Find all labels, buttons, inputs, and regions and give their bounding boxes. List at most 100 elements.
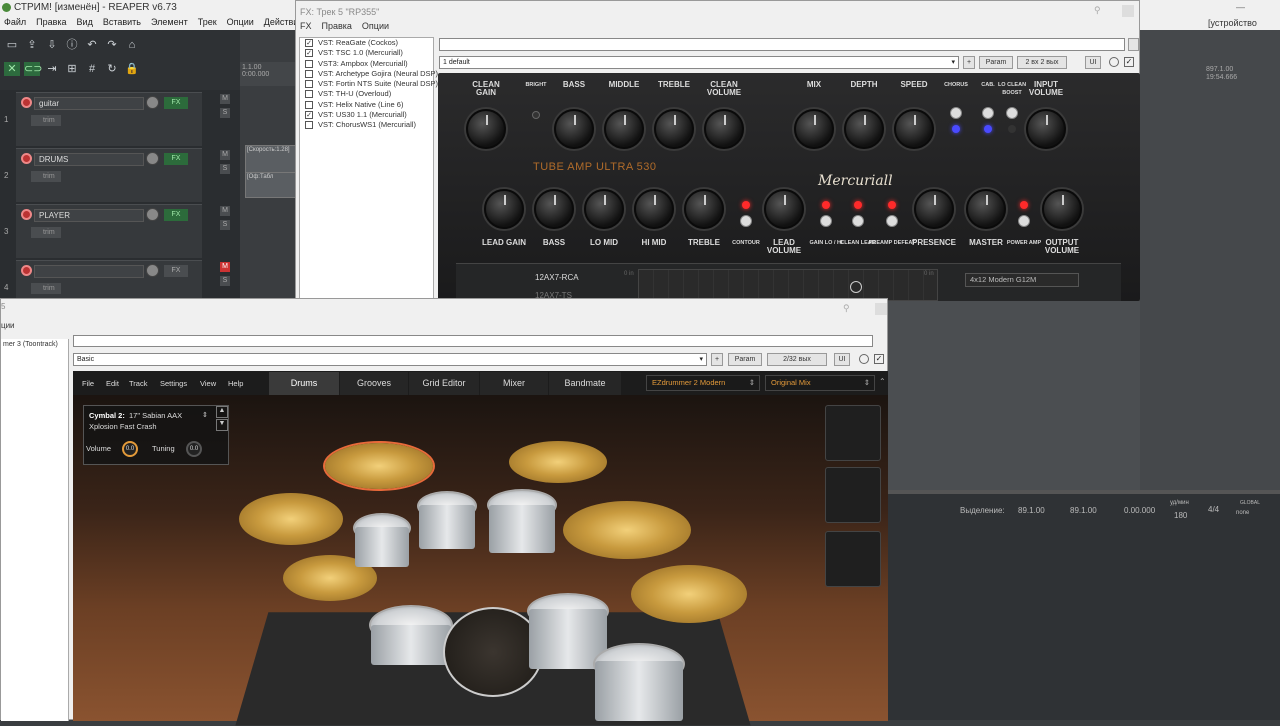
track-row[interactable]: 3 PLAYER FX trim (4, 204, 202, 258)
record-arm-button[interactable] (21, 153, 32, 164)
tab-drums[interactable]: Drums (269, 372, 339, 395)
fx-chain-item[interactable]: ✓ VST: TSC 1.0 (Mercuriall) (300, 48, 433, 58)
mute-button[interactable]: M (220, 262, 230, 272)
tab-grooves[interactable]: Grooves (340, 372, 408, 395)
grid-icon[interactable]: # (84, 62, 100, 76)
record-arm-button[interactable] (21, 97, 32, 108)
trim-button[interactable]: trim (31, 171, 61, 182)
pin-icon[interactable]: ⚲ (843, 303, 850, 314)
ez-add-preset-button[interactable]: + (711, 353, 723, 366)
amp-knob[interactable] (966, 189, 1006, 229)
amp-knob[interactable] (654, 109, 694, 149)
selection-end[interactable]: 89.1.00 (1070, 506, 1097, 515)
amp-knob[interactable] (534, 189, 574, 229)
snap-icon[interactable]: ✕ (4, 62, 20, 76)
hihat-cymbal-left[interactable] (239, 493, 343, 545)
ride-cymbal[interactable] (563, 501, 691, 559)
track-row[interactable]: 2 DRUMS FX trim (4, 148, 202, 202)
pin-icon[interactable]: ⚲ (1094, 5, 1101, 16)
fx-enable-checkbox[interactable] (305, 59, 313, 68)
redo-icon[interactable]: ↷ (104, 38, 120, 52)
minimize-icon[interactable]: — (1236, 2, 1245, 12)
mute-button[interactable]: M (220, 206, 230, 216)
fx-chain-list[interactable]: ✓ VST: ReaGate (Cockos) ✓ VST: TSC 1.0 (Mer… (299, 37, 438, 301)
kick-drum[interactable] (443, 607, 543, 697)
horizontal-scrollbar[interactable] (888, 490, 1280, 494)
ez-menu-track[interactable]: Track (129, 379, 147, 388)
mute-button[interactable]: M (220, 94, 230, 104)
amp-knob[interactable] (894, 109, 934, 149)
china-cymbal[interactable] (631, 565, 747, 623)
mic-position-grid[interactable] (638, 269, 938, 301)
amp-knob[interactable] (604, 109, 644, 149)
selection-length[interactable]: 0.00.000 (1124, 506, 1155, 515)
menu-item[interactable]: Элемент (151, 16, 188, 30)
ripple-icon[interactable]: ⊂⊃ (24, 62, 42, 76)
fx-button[interactable]: FX (164, 153, 188, 165)
fx-enable-checkbox[interactable] (305, 90, 313, 99)
ez-menu-help[interactable]: Help (228, 379, 243, 388)
loop-icon[interactable]: ↻ (104, 62, 120, 76)
fx-chain-item[interactable]: VST: ChorusWS1 (Mercuriall) (300, 120, 433, 130)
fx-enable-checkbox[interactable] (305, 100, 313, 109)
fx-ui-button[interactable]: UI (1085, 56, 1101, 69)
fx-enable-checkbox[interactable] (305, 121, 313, 130)
menu-view[interactable]: Вид (77, 16, 93, 30)
arrange-view-far-right[interactable]: 897.1.00 19:54.666 (1140, 30, 1280, 490)
selection-start[interactable]: 89.1.00 (1018, 506, 1045, 515)
ez-menu-options[interactable]: ции (1, 321, 15, 330)
volume-knob[interactable] (146, 264, 159, 277)
amp-knob[interactable] (1026, 109, 1066, 149)
mix-select[interactable]: Original Mix ⇕ (765, 375, 875, 391)
ez-filter-input[interactable] (73, 335, 873, 347)
amp-toggle-switch[interactable] (852, 215, 864, 227)
track-name[interactable] (34, 265, 144, 278)
fx-chain-item[interactable]: ✓ VST: US30 1.1 (Mercuriall) (300, 110, 433, 120)
close-icon[interactable] (875, 303, 887, 315)
amp-knob[interactable] (466, 109, 506, 149)
volume-knob[interactable]: 0.0 (122, 441, 138, 457)
solo-button[interactable]: S (220, 220, 230, 230)
fx-enable-checkbox[interactable] (305, 80, 313, 89)
amp-knob[interactable] (684, 189, 724, 229)
ez-menu-settings[interactable]: Settings (160, 379, 187, 388)
amp-knob[interactable] (704, 109, 744, 149)
fx-param-button[interactable]: Param (979, 56, 1013, 69)
amp-knob[interactable] (634, 189, 674, 229)
tab-mixer[interactable]: Mixer (480, 372, 548, 395)
track-name[interactable]: guitar (34, 97, 144, 110)
amp-knob[interactable] (1042, 189, 1082, 229)
track-name[interactable]: PLAYER (34, 209, 144, 222)
prev-instrument-button[interactable]: ▲ (216, 406, 228, 418)
trim-button[interactable]: trim (31, 227, 61, 238)
percussion-tambourine-icon[interactable] (825, 467, 881, 523)
amp-toggle-switch[interactable] (820, 215, 832, 227)
ripple-all-icon[interactable]: ⇥ (44, 62, 60, 76)
fx-chain-item[interactable]: VST: Fortin NTS Suite (Neural DSP) (300, 79, 438, 89)
amp-toggle-switch[interactable] (740, 215, 752, 227)
track-row[interactable]: 1 guitar FX trim (4, 92, 202, 146)
ez-menu-file[interactable]: File (82, 379, 94, 388)
menu-file[interactable]: Файл (4, 16, 26, 30)
amp-knob[interactable] (554, 109, 594, 149)
solo-button[interactable]: S (220, 276, 230, 286)
fx-enable-checkbox[interactable]: ✓ (305, 111, 313, 120)
fx-bypass-icon[interactable] (1109, 57, 1119, 67)
media-item-2[interactable]: [Оф:Табл (245, 172, 297, 198)
new-project-icon[interactable]: ▭ (4, 38, 20, 52)
fx-preset-select[interactable]: 1 default ▾ (439, 56, 959, 69)
amp-toggle-switch[interactable] (1018, 215, 1030, 227)
volume-knob[interactable] (146, 208, 159, 221)
amp-toggle-switch[interactable] (950, 107, 962, 119)
solo-button[interactable]: S (220, 164, 230, 174)
fx-io-button[interactable]: 2 вх 2 вых (1017, 56, 1067, 69)
fx-button[interactable]: FX (164, 265, 188, 277)
updown-icon[interactable]: ⇕ (202, 411, 208, 419)
fx-button[interactable]: FX (164, 209, 188, 221)
fx-enable-checkbox[interactable]: ✓ (305, 49, 313, 58)
amp-toggle-switch[interactable] (982, 107, 994, 119)
fx-menu-options[interactable]: Опции (362, 21, 389, 35)
menu-insert[interactable]: Вставить (103, 16, 141, 30)
track-name[interactable]: DRUMS (34, 153, 144, 166)
bright-switch[interactable] (532, 111, 540, 119)
